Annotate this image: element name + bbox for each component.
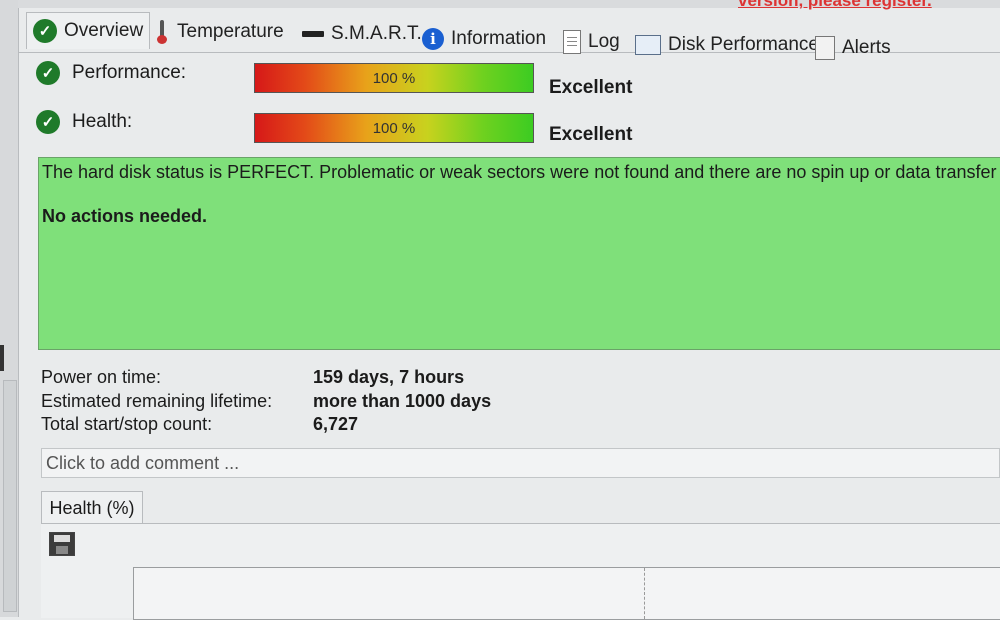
health-row: ✓ Health: bbox=[36, 110, 132, 134]
tab-temperature[interactable]: Temperature bbox=[154, 16, 284, 48]
tab-label: S.M.A.R.T. bbox=[331, 23, 422, 44]
chart-gridline bbox=[644, 568, 645, 619]
info-value: 159 days, 7 hours bbox=[313, 367, 465, 387]
health-value: 100 % bbox=[372, 119, 416, 137]
performance-bar: 100 % bbox=[254, 63, 534, 93]
info-value: 6,727 bbox=[313, 414, 359, 434]
health-chart-area bbox=[133, 567, 1000, 620]
tab-label: Disk Performance bbox=[668, 34, 819, 55]
info-key: Estimated remaining lifetime: bbox=[41, 391, 273, 411]
health-bar: 100 % bbox=[254, 113, 534, 143]
sidebar-marker bbox=[0, 345, 4, 371]
info-value: more than 1000 days bbox=[313, 391, 492, 411]
left-sidebar-strip bbox=[0, 0, 19, 617]
drive-icon bbox=[302, 31, 324, 37]
tab-log[interactable]: Log bbox=[563, 26, 620, 58]
tab-disk-performance[interactable]: Disk Performance bbox=[635, 29, 819, 61]
tab-information[interactable]: i Information bbox=[422, 23, 546, 55]
document-icon bbox=[563, 30, 581, 54]
chart-icon bbox=[635, 35, 661, 55]
status-box: The hard disk status is PERFECT. Problem… bbox=[38, 157, 1000, 350]
comment-field[interactable]: Click to add comment ... bbox=[41, 448, 1000, 478]
sidebar-panel[interactable] bbox=[3, 380, 17, 612]
check-icon: ✓ bbox=[36, 61, 60, 85]
tab-health-chart[interactable]: Health (%) bbox=[41, 491, 143, 524]
performance-rating: Excellent bbox=[549, 77, 633, 98]
info-key: Total start/stop count: bbox=[41, 414, 213, 434]
top-bar: version, please register. bbox=[18, 0, 1000, 10]
tab-label: Temperature bbox=[177, 21, 284, 42]
tab-alerts[interactable]: Alerts bbox=[815, 32, 891, 64]
save-icon[interactable] bbox=[49, 532, 75, 556]
performance-value: 100 % bbox=[372, 69, 416, 87]
tab-overview[interactable]: ✓ Overview bbox=[26, 12, 151, 49]
check-icon: ✓ bbox=[33, 19, 57, 43]
tab-label: Information bbox=[451, 28, 547, 49]
tab-label: Overview bbox=[64, 20, 144, 41]
health-chart-panel bbox=[41, 523, 1000, 620]
tab-bar: ✓ Overview Temperature S.M.A.R.T. i Info… bbox=[18, 8, 1000, 60]
info-key: Power on time: bbox=[41, 367, 162, 387]
performance-label: Performance: bbox=[72, 62, 187, 83]
status-action: No actions needed. bbox=[42, 206, 208, 226]
status-text: The hard disk status is PERFECT. Problem… bbox=[42, 162, 1000, 182]
alerts-icon bbox=[815, 36, 835, 60]
check-icon: ✓ bbox=[36, 110, 60, 134]
performance-row: ✓ Performance: bbox=[36, 61, 186, 85]
tab-label: Log bbox=[588, 31, 620, 52]
thermometer-icon bbox=[154, 20, 170, 44]
tab-label: Alerts bbox=[842, 37, 891, 58]
info-icon: i bbox=[422, 28, 444, 50]
health-label: Health: bbox=[72, 111, 133, 132]
health-rating: Excellent bbox=[549, 124, 633, 145]
tab-smart[interactable]: S.M.A.R.T. bbox=[302, 18, 422, 50]
